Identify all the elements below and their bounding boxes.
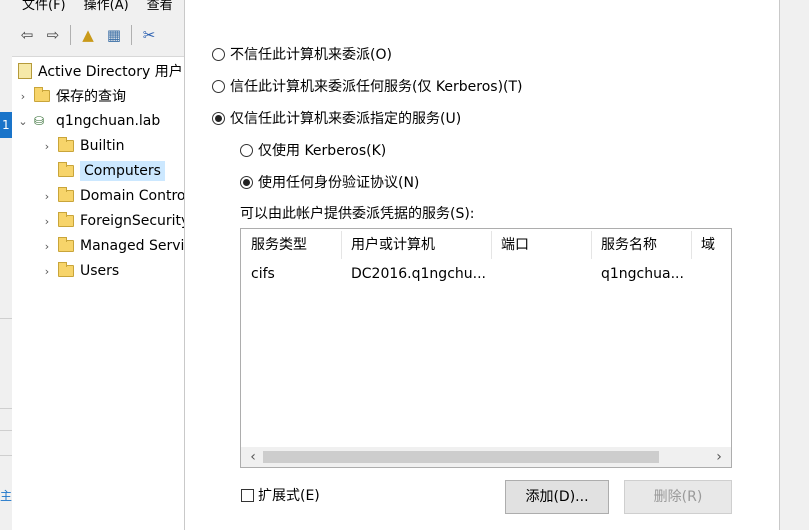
forward-arrow-icon[interactable]: ⇨ <box>42 24 64 46</box>
radio-label: 仅使用 Kerberos(K) <box>258 143 387 159</box>
tree-item-users[interactable]: › Users <box>40 259 119 283</box>
column-header-user-or-computer[interactable]: 用户或计算机 <box>341 229 491 261</box>
folder-icon <box>58 162 74 177</box>
checkbox-label: 扩展式(E) <box>258 488 320 504</box>
toolbar-separator <box>131 25 132 45</box>
services-label-text: 可以由此帐户提供委派凭据的服务(S): <box>240 206 475 222</box>
tree-item-label: Managed Service Accounts <box>80 238 184 254</box>
column-header-port[interactable]: 端口 <box>491 229 591 261</box>
checkbox[interactable] <box>241 488 254 502</box>
back-arrow-icon[interactable]: ⇦ <box>16 24 38 46</box>
column-header-service-name[interactable]: 服务名称 <box>591 229 691 261</box>
toolbar-separator <box>70 25 71 45</box>
tree-item-builtin[interactable]: › Builtin <box>40 134 125 158</box>
radio-button-selected[interactable] <box>240 175 253 189</box>
menu-file[interactable]: 文件(F) <box>22 0 66 13</box>
scroll-left-icon[interactable]: ‹ <box>243 447 263 467</box>
remove-button[interactable]: 删除(R) <box>624 480 732 514</box>
divider <box>0 408 12 409</box>
dialog-right-edge <box>779 0 809 530</box>
tree-item-label: Domain Controllers <box>80 188 184 204</box>
divider <box>0 455 12 456</box>
radio-specified-services[interactable]: 仅信任此计算机来委派指定的服务(U) <box>212 108 461 128</box>
background-window-text: 主 <box>0 489 13 503</box>
tree-item-domain[interactable]: ⌄ ⛁ q1ngchuan.lab <box>16 109 160 133</box>
radio-label: 仅信任此计算机来委派指定的服务(U) <box>230 111 462 127</box>
mmc-window: 文件(F) 操作(A) 查看 ⇦ ⇨ ▲ ▦ ✂ Active Director… <box>0 0 184 530</box>
horizontal-scrollbar[interactable]: ‹ › <box>241 447 731 467</box>
chevron-right-icon[interactable]: › <box>40 240 54 253</box>
tree-item-aduc-root[interactable]: Active Directory 用户 <box>16 59 183 83</box>
radio-button[interactable] <box>240 143 253 157</box>
tree-item-domain-controllers[interactable]: › Domain Controllers <box>40 184 184 208</box>
tree-item-label: q1ngchuan.lab <box>56 113 161 129</box>
tree-item-label: ForeignSecurityPrincipals <box>80 213 184 229</box>
radio-label: 不信任此计算机来委派(O) <box>230 47 392 63</box>
radio-kerberos-only[interactable]: 仅使用 Kerberos(K) <box>240 140 386 160</box>
tree-item-foreign-security[interactable]: › ForeignSecurityPrincipals <box>40 209 184 233</box>
cut-icon[interactable]: ✂ <box>138 24 160 46</box>
folder-icon <box>58 137 74 152</box>
tree-item-computers[interactable]: Computers <box>40 159 165 183</box>
cell-service-type: cifs <box>251 266 275 282</box>
divider <box>0 318 12 319</box>
scrollbar-thumb[interactable] <box>263 451 659 463</box>
console-tree: Active Directory 用户 › 保存的查询 ⌄ ⛁ q1ngchua… <box>12 56 184 530</box>
radio-any-service[interactable]: 信任此计算机来委派任何服务(仅 Kerberos)(T) <box>212 76 523 96</box>
tree-item-label: Builtin <box>80 138 125 154</box>
radio-label: 信任此计算机来委派任何服务(仅 Kerberos)(T) <box>230 79 523 95</box>
scroll-right-icon[interactable]: › <box>709 447 729 467</box>
cell-port <box>491 261 591 287</box>
expanded-checkbox[interactable]: 扩展式(E) <box>241 485 320 505</box>
divider <box>0 430 12 431</box>
radio-button[interactable] <box>212 79 225 93</box>
up-folder-icon[interactable]: ▲ <box>77 24 99 46</box>
column-header-domain[interactable]: 域 <box>691 229 731 261</box>
services-list-label: 可以由此帐户提供委派凭据的服务(S): <box>240 203 475 223</box>
menu-action[interactable]: 操作(A) <box>84 0 129 13</box>
book-icon <box>18 63 32 79</box>
tree-item-saved-queries[interactable]: › 保存的查询 <box>16 84 126 108</box>
chevron-right-icon[interactable]: › <box>40 140 54 153</box>
tree-item-label: Active Directory 用户 <box>38 64 183 80</box>
radio-label: 使用任何身份验证协议(N) <box>258 175 420 191</box>
background-window-marker: 1 <box>0 112 12 138</box>
tree-item-label: 保存的查询 <box>56 89 126 105</box>
folder-icon <box>34 87 50 102</box>
radio-button-selected[interactable] <box>212 111 225 125</box>
tree-item-label: Users <box>80 263 120 279</box>
chevron-right-icon[interactable]: › <box>40 190 54 203</box>
radio-no-delegation[interactable]: 不信任此计算机来委派(O) <box>212 44 392 64</box>
radio-any-protocol[interactable]: 使用任何身份验证协议(N) <box>240 172 419 192</box>
add-button[interactable]: 添加(D)... <box>505 480 609 514</box>
folder-icon <box>58 212 74 227</box>
show-tree-icon[interactable]: ▦ <box>103 24 125 46</box>
folder-icon <box>58 187 74 202</box>
domain-icon: ⛁ <box>34 114 45 128</box>
tree-item-label: Computers <box>80 161 165 181</box>
chevron-right-icon[interactable]: › <box>16 90 30 103</box>
menu-view[interactable]: 查看 <box>147 0 173 13</box>
folder-icon <box>58 237 74 252</box>
chevron-right-icon[interactable]: › <box>40 215 54 228</box>
radio-button[interactable] <box>212 47 225 61</box>
services-list[interactable]: 服务类型 用户或计算机 端口 服务名称 域 cifs DC2016.q1ngch… <box>240 228 732 468</box>
cell-service-name: q1ngchua... <box>601 266 684 282</box>
menu-bar: 文件(F) 操作(A) 查看 <box>22 0 173 13</box>
cell-user-or-computer: DC2016.q1ngchu... <box>351 266 486 282</box>
tree-item-managed-service[interactable]: › Managed Service Accounts <box>40 234 184 258</box>
folder-icon <box>58 262 74 277</box>
cell-domain <box>691 261 731 287</box>
column-header-service-type[interactable]: 服务类型 <box>241 229 341 261</box>
list-header: 服务类型 用户或计算机 端口 服务名称 域 <box>241 229 731 261</box>
mmc-toolbar: ⇦ ⇨ ▲ ▦ ✂ <box>12 20 184 50</box>
chevron-down-icon[interactable]: ⌄ <box>16 115 30 128</box>
chevron-right-icon[interactable]: › <box>40 265 54 278</box>
